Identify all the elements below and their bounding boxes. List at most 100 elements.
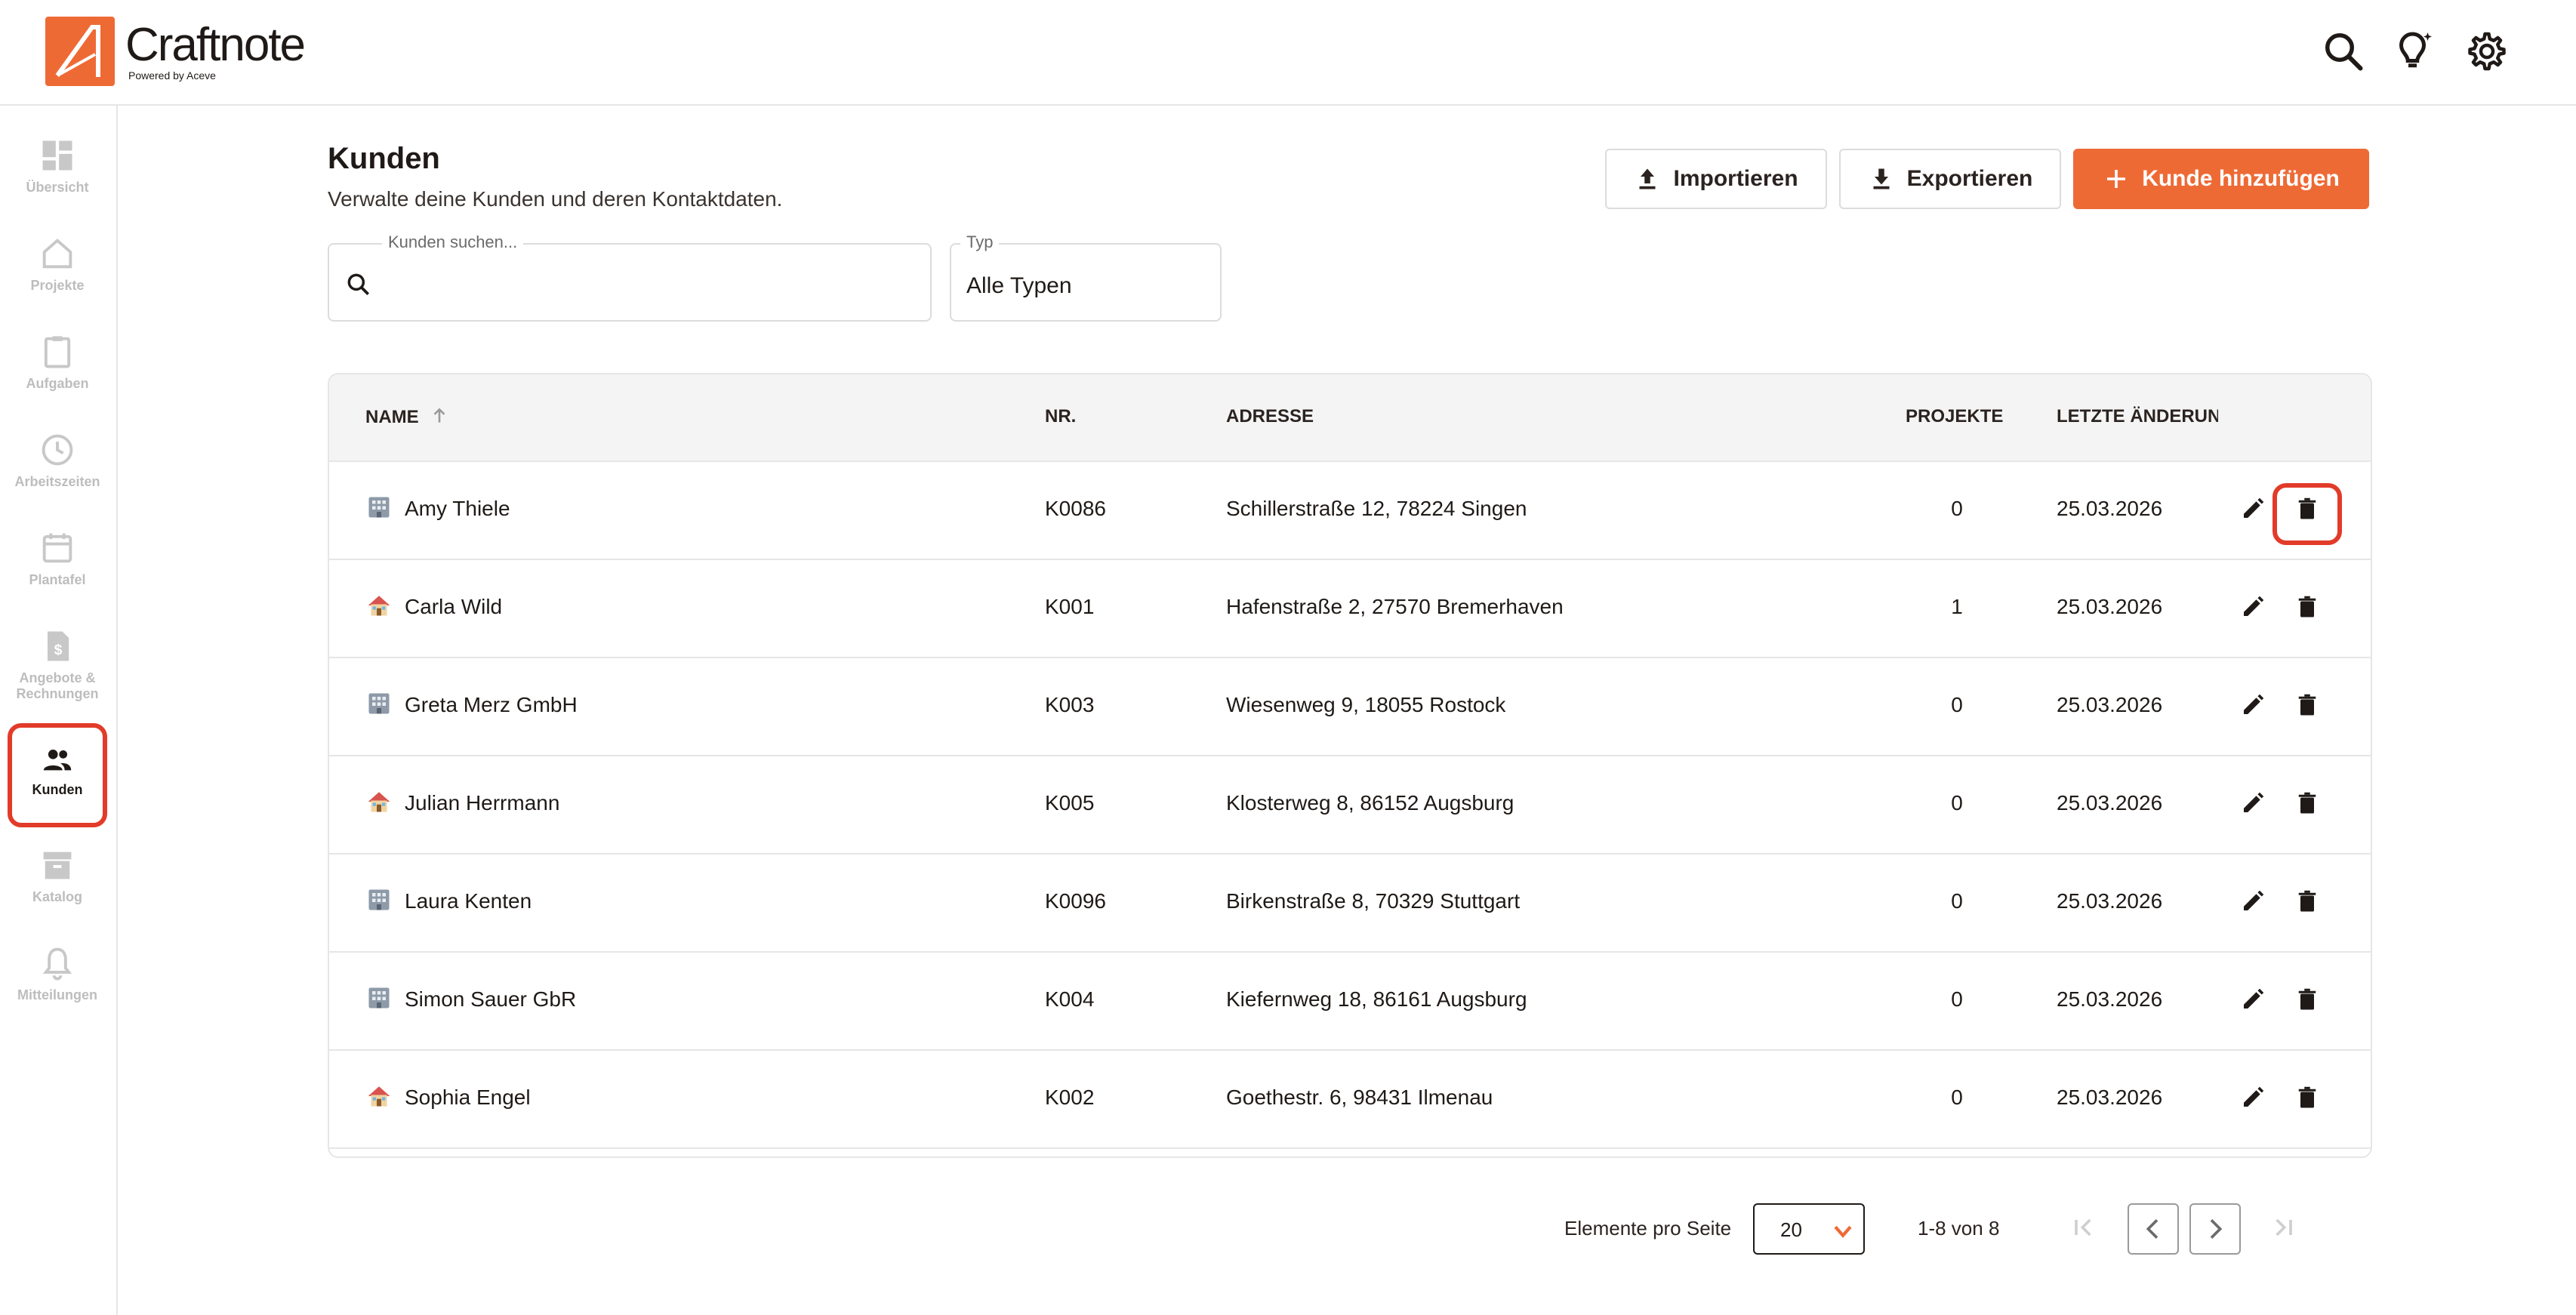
delete-icon[interactable] (2294, 888, 2321, 915)
customer-last-changed: 25.03.2026 (2057, 987, 2163, 1011)
sidebar-item-label: Projekte (30, 278, 85, 293)
sort-arrow-up-icon (433, 408, 445, 423)
clock-icon (42, 434, 73, 466)
edit-icon[interactable] (2239, 790, 2266, 817)
customers-table: NAME NR. ADRESSE PROJEKTE LETZTE ÄNDERUN… (328, 373, 2372, 1158)
calendar-icon (42, 533, 72, 563)
add-customer-button[interactable]: Kunde hinzufügen (2073, 149, 2369, 209)
import-button-label: Importieren (1673, 166, 1798, 191)
download-icon (1873, 168, 1890, 189)
customer-name[interactable]: Julian Herrmann (405, 791, 559, 815)
items-per-page-select[interactable]: 20 (1753, 1203, 1865, 1255)
column-header-projects[interactable]: PROJEKTE (1906, 406, 2003, 427)
bell-icon (42, 947, 72, 981)
people-icon (43, 750, 72, 771)
customer-name[interactable]: Amy Thiele (405, 497, 510, 521)
export-button-label: Exportieren (1906, 166, 2033, 191)
customer-last-changed: 25.03.2026 (2057, 791, 2163, 815)
table-row[interactable]: Julian Herrmann K005 Klosterweg 8, 86152 A… (329, 755, 2371, 855)
invoice-icon: $ (48, 631, 69, 661)
customer-project-count: 0 (1951, 693, 1963, 716)
gear-icon[interactable] (2464, 29, 2510, 74)
column-header-name-label: NAME (365, 407, 419, 427)
app-tagline: Powered by Aceve (128, 69, 216, 82)
table-row[interactable]: Greta Merz GmbH K003 Wiesenweg 9, 18055 Ro… (329, 657, 2371, 756)
customer-project-count: 1 (1951, 595, 1963, 618)
customer-number: K0096 (1045, 889, 1106, 913)
chevron-right-icon (2210, 1219, 2223, 1239)
edit-icon[interactable] (2239, 986, 2266, 1013)
sidebar-item-aufgaben[interactable]: Aufgaben (11, 332, 104, 392)
table-row[interactable]: Amy Thiele K0086 Schillerstraße 12, 78224 … (329, 460, 2371, 560)
table-row[interactable]: Simon Sauer GbR K004 Kiefernweg 18, 86161 … (329, 951, 2371, 1051)
sidebar-item-label: Plantafel (29, 572, 86, 587)
edit-icon[interactable] (2239, 593, 2266, 621)
top-header: Craftnote Powered by Aceve (0, 0, 2576, 106)
table-row[interactable]: Laura Kenten K0096 Birkenstraße 8, 70329 S… (329, 853, 2371, 953)
search-icon[interactable] (2321, 29, 2366, 74)
edit-icon[interactable] (2239, 495, 2266, 522)
last-page-icon (2276, 1218, 2292, 1236)
sidebar-item-arbeitszeiten[interactable]: Arbeitszeiten (11, 430, 104, 490)
customer-last-changed: 25.03.2026 (2057, 595, 2163, 618)
search-input[interactable] (382, 260, 898, 306)
customer-name[interactable]: Carla Wild (405, 595, 502, 619)
clipboard-icon (44, 336, 71, 368)
import-button[interactable]: Importieren (1605, 149, 1827, 209)
delete-icon[interactable] (2294, 986, 2321, 1013)
next-page-button[interactable] (2189, 1203, 2241, 1255)
delete-button-highlight (2272, 483, 2342, 545)
sidebar-item-plantafel[interactable]: Plantafel (11, 528, 104, 588)
first-page-button[interactable] (2060, 1203, 2111, 1255)
table-header: NAME NR. ADRESSE PROJEKTE LETZTE ÄNDERUN (329, 374, 2371, 462)
customer-name[interactable]: Simon Sauer GbR (405, 987, 576, 1012)
customer-address: Wiesenweg 9, 18055 Rostock (1226, 693, 1506, 716)
customer-address: Hafenstraße 2, 27570 Bremerhaven (1226, 595, 1564, 618)
column-header-nr[interactable]: NR. (1045, 406, 1076, 427)
customer-last-changed: 25.03.2026 (2057, 497, 2163, 520)
type-filter-label: Typ (960, 233, 1000, 252)
dashboard-icon (42, 140, 72, 171)
customer-last-changed: 25.03.2026 (2057, 693, 2163, 716)
delete-icon[interactable] (2294, 790, 2321, 817)
table-row[interactable]: Carla Wild K001 Hafenstraße 2, 27570 Breme… (329, 559, 2371, 658)
sidebar-item-projekte[interactable]: Projekte (11, 234, 104, 294)
edit-icon[interactable] (2239, 691, 2266, 719)
customer-search-field[interactable]: Kunden suchen... (328, 233, 932, 322)
delete-icon[interactable] (2294, 593, 2321, 621)
craftnote-logo-icon[interactable] (45, 17, 115, 86)
type-filter-value: Alle Typen (966, 273, 1072, 298)
column-header-address[interactable]: ADRESSE (1226, 406, 1314, 427)
edit-icon[interactable] (2239, 1084, 2266, 1111)
home-icon (42, 239, 72, 269)
sidebar-item-label: Kunden (32, 782, 83, 797)
app-name: Craftnote (125, 19, 306, 71)
customer-name[interactable]: Greta Merz GmbH (405, 693, 578, 717)
customer-name[interactable]: Laura Kenten (405, 889, 532, 913)
customer-number: K004 (1045, 987, 1095, 1011)
chevron-left-icon (2146, 1219, 2158, 1239)
column-header-last-changed[interactable]: LETZTE ÄNDERUN (2057, 406, 2218, 427)
customer-address: Schillerstraße 12, 78224 Singen (1226, 497, 1527, 520)
export-button[interactable]: Exportieren (1839, 149, 2061, 209)
customer-name[interactable]: Sophia Engel (405, 1086, 531, 1110)
sidebar-item-katalog[interactable]: Katalog (11, 845, 104, 905)
delete-icon[interactable] (2294, 1084, 2321, 1111)
customer-number: K005 (1045, 791, 1095, 815)
delete-icon[interactable] (2294, 691, 2321, 719)
sidebar-item-uebersicht[interactable]: Übersicht (11, 136, 104, 196)
sidebar-item-mitteilungen[interactable]: Mitteilungen (11, 944, 104, 1003)
sidebar-item-kunden[interactable]: Kunden (8, 723, 107, 827)
type-filter-select[interactable]: Typ Alle Typen (950, 233, 1222, 322)
office-building-icon (365, 886, 393, 913)
office-building-icon (365, 984, 393, 1012)
edit-icon[interactable] (2239, 888, 2266, 915)
sidebar-item-angebote-rechnungen[interactable]: $ Angebote & Rechnungen (11, 627, 104, 702)
previous-page-button[interactable] (2128, 1203, 2179, 1255)
customer-project-count: 0 (1951, 497, 1963, 520)
sidebar-item-label: Katalog (32, 889, 82, 904)
table-row[interactable]: Sophia Engel K002 Goethestr. 6, 98431 Ilme… (329, 1049, 2371, 1149)
lightbulb-icon[interactable] (2392, 29, 2437, 74)
last-page-button[interactable] (2259, 1203, 2310, 1255)
column-header-name[interactable]: NAME (365, 406, 449, 428)
